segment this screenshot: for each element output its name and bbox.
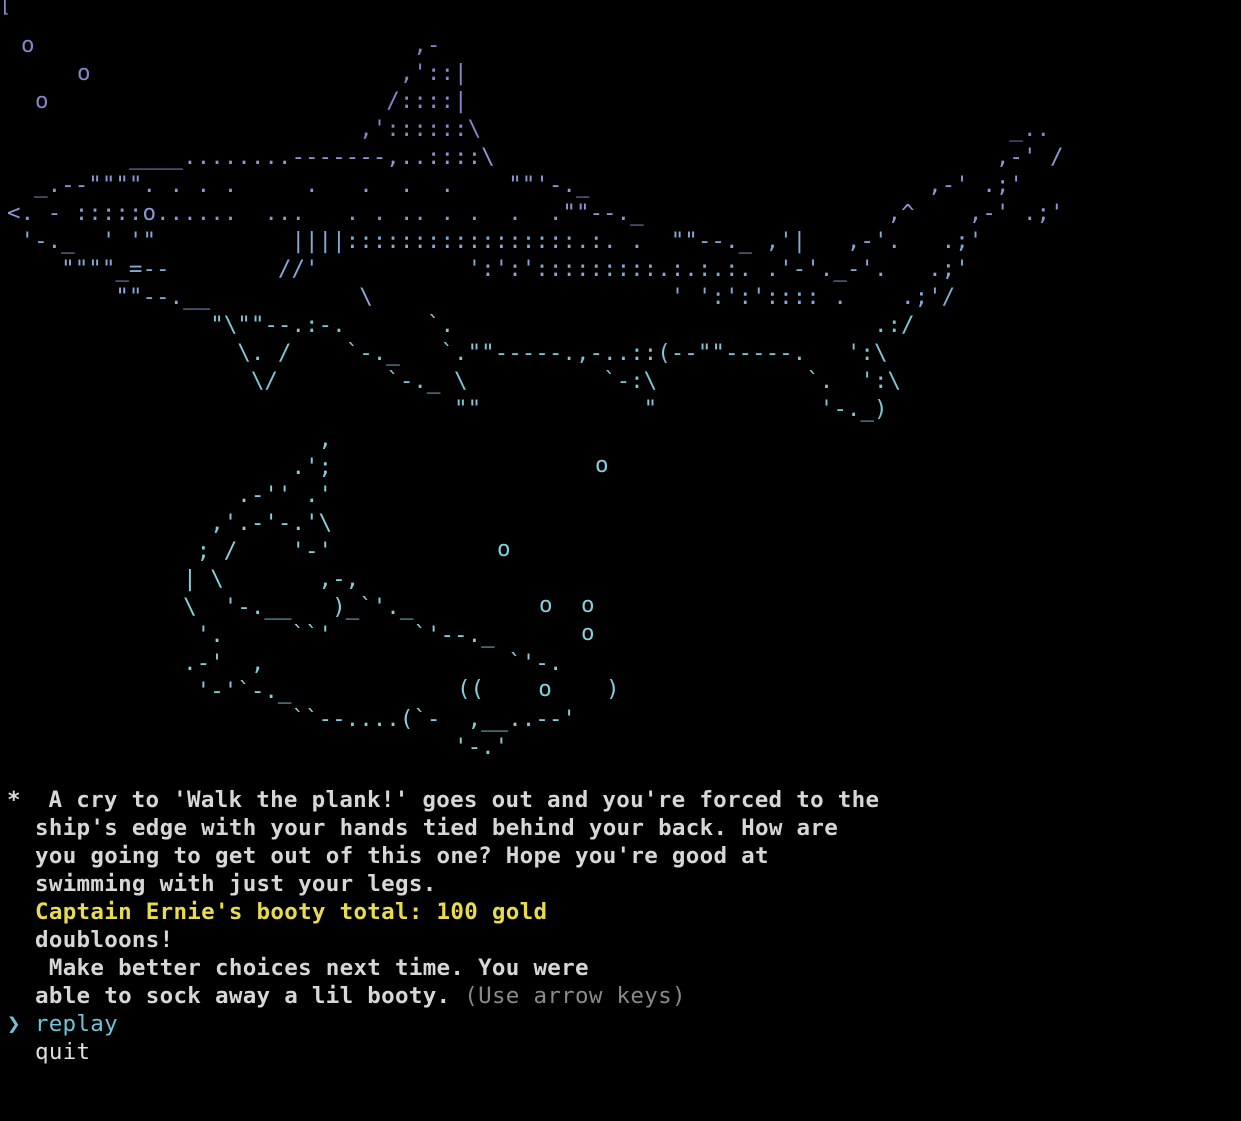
story-line: able to sock away a lil booty. (Use arro… — [7, 982, 879, 1010]
shark-line: ""--.__ \ ' ':':':::: . .;'/ — [7, 284, 956, 310]
bubble: o — [497, 536, 511, 562]
story-block: * A cry to 'Walk the plank!' goes out an… — [7, 786, 879, 1066]
menu-option-replay[interactable]: ❯ replay — [7, 1010, 879, 1038]
whale-line: , — [7, 426, 333, 452]
shark-line: _.--"""". . . . . . . . ""'-._ ,-' .;' — [7, 172, 1023, 198]
shark-line: """"_=-- //' ':':':::::::::.:.:.:. .'-'.… — [7, 256, 969, 282]
whale-line: .'; — [7, 454, 333, 480]
whale-line: '. ``' `'--._ — [7, 622, 495, 648]
shark-line: ,'::::::\ _.. — [7, 116, 1051, 142]
stray-bracket: [ — [0, 0, 12, 17]
bubble: o — [539, 592, 553, 618]
whale-line: ``--....(`- ,__..--' — [7, 706, 576, 732]
story-line: you going to get out of this one? Hope y… — [35, 843, 769, 869]
shark-line: '-._ ' '" ||||:::::::::::::::::.:. . ""-… — [7, 228, 983, 254]
shark-line: \/ `-._ \ `-:\ `. ':\ — [7, 368, 902, 394]
menu-option-quit[interactable]: quit — [7, 1038, 879, 1066]
shark-line: "" " '-._) — [7, 396, 888, 422]
bubble: o — [581, 592, 595, 618]
bubble: o — [581, 620, 595, 646]
story-line: Make better choices next time. You were — [35, 955, 589, 981]
whale-ascii-art: , .'; .-'' .' ,'.-'-.'\ ; / '-' | \ ,-, … — [7, 425, 576, 761]
whale-line: ; / '-' — [7, 538, 333, 564]
terminal-window: [ o o o ,- ,'::| /::::| ,'::::::\ _.. __… — [0, 0, 1237, 1065]
pointer-icon: ❯ — [7, 1011, 21, 1037]
hint-text: (Use arrow keys) — [464, 983, 686, 1009]
shark-line: ____........-------,..::::\ ,-' / — [7, 144, 1064, 170]
bullet: * — [7, 787, 21, 813]
bubble: o — [595, 452, 609, 478]
story-text: A cry to 'Walk the plank!' goes out and … — [20, 787, 880, 813]
shark-line: "\""--.:-. `. .:/ — [7, 312, 915, 338]
whale-mouth: (( o ) — [457, 676, 620, 702]
shark-line: <. - :::::o...... ... . . .. . . . .""--… — [7, 200, 1064, 226]
whale-line: | \ ,-, — [7, 566, 360, 592]
story-line: ship's edge with your hands tied behind … — [35, 815, 839, 841]
story-line: * A cry to 'Walk the plank!' goes out an… — [7, 786, 879, 814]
shark-line: ,'::| — [7, 60, 468, 86]
shark-line: /::::| — [7, 88, 468, 114]
whale-line: '-.' — [7, 734, 509, 760]
whale-line: \ '-.__ )_`'._ — [7, 594, 414, 620]
story-text: able to sock away a lil booty. — [35, 983, 451, 1009]
shark-ascii-art: ,- ,'::| /::::| ,'::::::\ _.. ____......… — [7, 31, 1064, 423]
whale-line: .-'' .' — [7, 482, 333, 508]
menu-option-label: replay — [34, 1011, 118, 1037]
whale-line: ,'.-'-.'\ — [7, 510, 333, 536]
booty-total: Captain Ernie's booty total: 100 gold — [35, 899, 548, 925]
story-line: doubloons! — [35, 927, 174, 953]
story-line: swimming with just your legs. — [35, 871, 437, 897]
shark-line: ,- — [7, 32, 441, 58]
shark-line: \. / `-._ `.""-----.,-..::(--""-----. ':… — [7, 340, 888, 366]
whale-line: .-' , `'-. — [7, 650, 563, 676]
